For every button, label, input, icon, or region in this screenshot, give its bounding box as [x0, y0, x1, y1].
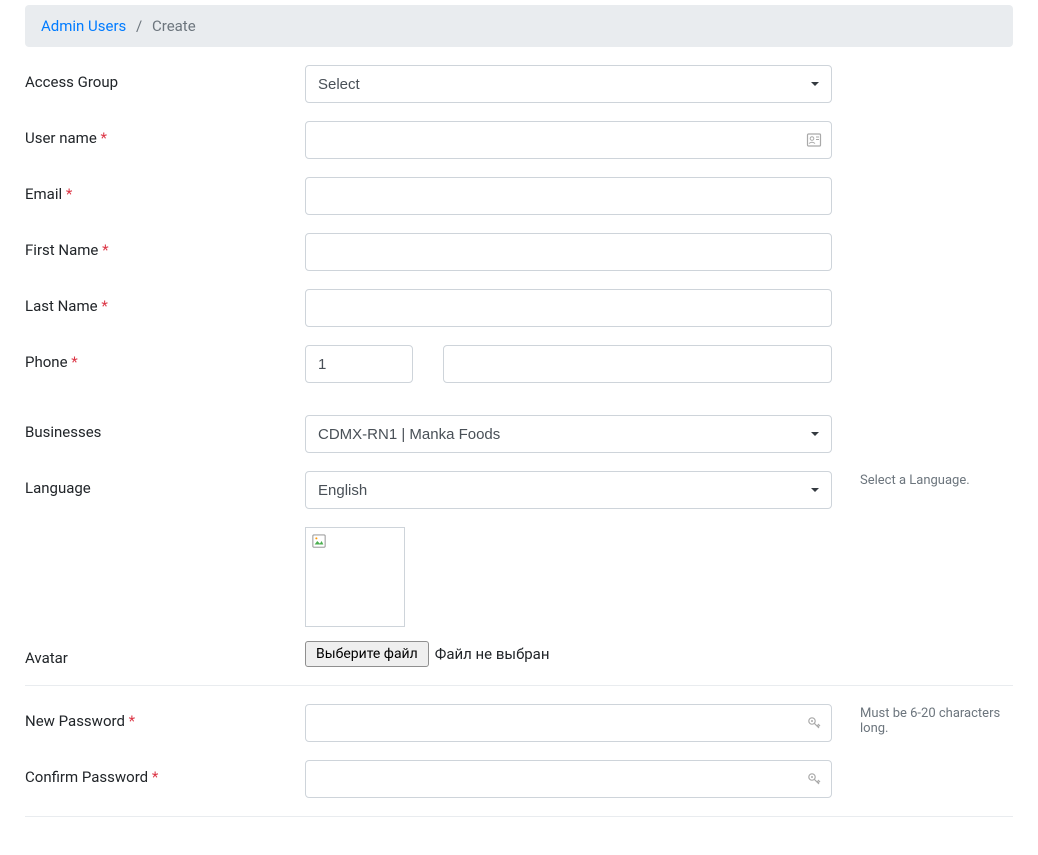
- label-confirm-password: Confirm Password *: [25, 760, 305, 786]
- label-first-name: First Name *: [25, 233, 305, 259]
- row-last-name: Last Name *: [25, 289, 1013, 327]
- language-select[interactable]: English: [305, 471, 832, 509]
- help-password: Must be 6-20 characters long.: [832, 704, 1012, 736]
- label-access-group: Access Group: [25, 65, 305, 91]
- create-admin-form: Access Group Select User name *: [0, 65, 1038, 667]
- breadcrumb: Admin Users / Create: [25, 5, 1013, 47]
- row-avatar: Avatar Выберите файл Файл не выбран: [25, 641, 1013, 667]
- row-avatar-preview: [25, 527, 1013, 627]
- row-new-password: New Password * Must be 6-20 characters l…: [25, 704, 1013, 742]
- confirm-password-input[interactable]: [305, 760, 832, 798]
- label-last-name: Last Name *: [25, 289, 305, 315]
- label-avatar: Avatar: [25, 641, 305, 667]
- phone-number-input[interactable]: [443, 345, 832, 383]
- row-user-name: User name *: [25, 121, 1013, 159]
- avatar-file-status: Файл не выбран: [435, 645, 550, 663]
- help-language: Select a Language.: [832, 471, 1012, 488]
- email-input[interactable]: [305, 177, 832, 215]
- row-confirm-password: Confirm Password *: [25, 760, 1013, 798]
- phone-code-input[interactable]: [305, 345, 413, 383]
- first-name-input[interactable]: [305, 233, 832, 271]
- label-phone: Phone *: [25, 345, 305, 371]
- required-mark: *: [101, 129, 107, 147]
- section-divider: [25, 685, 1013, 686]
- user-name-input[interactable]: [305, 121, 832, 159]
- row-email: Email *: [25, 177, 1013, 215]
- required-mark: *: [101, 297, 107, 315]
- required-mark: *: [66, 185, 72, 203]
- row-businesses: Businesses CDMX-RN1 | Manka Foods: [25, 415, 1013, 453]
- required-mark: *: [152, 768, 158, 786]
- label-user-name: User name *: [25, 121, 305, 147]
- row-language: Language English Select a Language.: [25, 471, 1013, 509]
- breadcrumb-parent-link[interactable]: Admin Users: [41, 17, 126, 35]
- broken-image-icon: [312, 534, 326, 548]
- section-divider: [25, 816, 1013, 817]
- label-new-password: New Password *: [25, 704, 305, 730]
- breadcrumb-current: Create: [152, 17, 196, 35]
- row-phone: Phone *: [25, 345, 1013, 383]
- access-group-select[interactable]: Select: [305, 65, 832, 103]
- contact-card-icon: [806, 132, 822, 148]
- required-mark: *: [102, 241, 108, 259]
- row-access-group: Access Group Select: [25, 65, 1013, 103]
- key-icon: [806, 771, 822, 787]
- businesses-select[interactable]: CDMX-RN1 | Manka Foods: [305, 415, 832, 453]
- row-first-name: First Name *: [25, 233, 1013, 271]
- avatar-file-button[interactable]: Выберите файл: [305, 641, 429, 667]
- key-icon: [806, 715, 822, 731]
- breadcrumb-separator: /: [136, 17, 142, 35]
- label-businesses: Businesses: [25, 415, 305, 441]
- required-mark: *: [129, 712, 135, 730]
- new-password-input[interactable]: [305, 704, 832, 742]
- avatar-preview: [305, 527, 405, 627]
- password-section: New Password * Must be 6-20 characters l…: [0, 704, 1038, 798]
- label-email: Email *: [25, 177, 305, 203]
- last-name-input[interactable]: [305, 289, 832, 327]
- required-mark: *: [71, 353, 77, 371]
- label-language: Language: [25, 471, 305, 497]
